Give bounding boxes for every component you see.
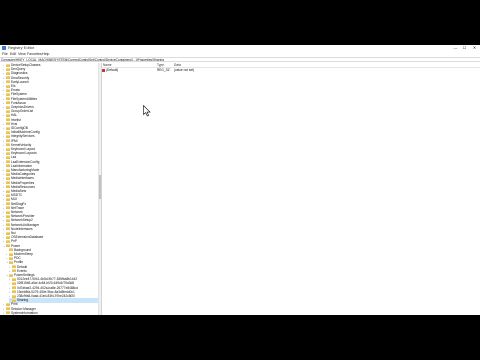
folder-icon — [6, 76, 10, 80]
folder-icon — [6, 160, 10, 164]
folder-icon — [6, 235, 10, 239]
folder-icon — [6, 101, 10, 105]
values-list[interactable]: Name Type Data (Default) REG_SZ (value n… — [102, 63, 480, 315]
value-type: REG_SZ — [157, 68, 170, 72]
folder-icon — [6, 240, 10, 244]
tree-item-label: SystemInformation — [11, 310, 38, 315]
folder-icon — [6, 193, 10, 197]
folder-icon — [12, 286, 16, 290]
folder-icon — [12, 269, 16, 273]
folder-icon — [12, 277, 16, 281]
mouse-pointer-icon — [143, 105, 151, 117]
folder-icon — [6, 307, 10, 311]
folder-icon — [6, 88, 10, 92]
folder-icon — [12, 282, 16, 286]
folder-icon — [6, 185, 10, 189]
folder-icon — [6, 164, 10, 168]
folder-icon — [6, 118, 10, 122]
folder-icon — [6, 156, 10, 160]
value-row[interactable]: (Default) REG_SZ (value not set) — [102, 68, 480, 73]
value-name: (Default) — [106, 68, 119, 72]
folder-icon — [9, 256, 13, 260]
folder-icon — [9, 248, 13, 252]
folder-icon — [6, 97, 10, 101]
registry-editor-icon — [2, 46, 6, 50]
folder-icon — [12, 298, 16, 302]
tree-item[interactable]: › SystemInformation — [3, 311, 98, 315]
folder-icon — [6, 223, 10, 227]
folder-icon — [6, 206, 10, 210]
folder-icon — [6, 219, 10, 223]
folder-icon — [6, 172, 10, 176]
folder-icon — [12, 265, 16, 269]
registry-editor-window: Registry Editor — ☐ ✕ File Edit View Fav… — [0, 45, 480, 315]
folder-icon — [6, 177, 10, 181]
folder-icon — [6, 109, 10, 113]
folder-icon — [9, 261, 13, 265]
folder-icon — [6, 72, 10, 76]
address-bar[interactable]: Computer\HKEY_LOCAL_MACHINE\SYSTEM\Curre… — [0, 57, 480, 62]
folder-icon — [6, 303, 10, 307]
string-value-icon — [102, 69, 105, 72]
folder-icon — [6, 202, 10, 206]
folder-icon — [6, 114, 10, 118]
folder-icon — [6, 227, 10, 231]
folder-icon — [6, 135, 10, 139]
folder-icon — [6, 244, 10, 248]
folder-icon — [6, 181, 10, 185]
folder-icon — [6, 143, 10, 147]
folder-icon — [6, 198, 10, 202]
folder-icon — [12, 290, 16, 294]
key-tree[interactable]: › DeviceSetupClasses › DevQuery › Diagnostics… — [0, 63, 98, 315]
folder-icon — [6, 93, 10, 97]
folder-icon — [6, 67, 10, 71]
folder-icon — [6, 151, 10, 155]
folder-icon — [6, 214, 10, 218]
folder-icon — [6, 122, 10, 126]
folder-icon — [6, 80, 10, 84]
value-data: (value not set) — [174, 68, 195, 72]
folder-icon — [6, 139, 10, 143]
folder-icon — [6, 130, 10, 134]
folder-icon — [6, 311, 10, 315]
